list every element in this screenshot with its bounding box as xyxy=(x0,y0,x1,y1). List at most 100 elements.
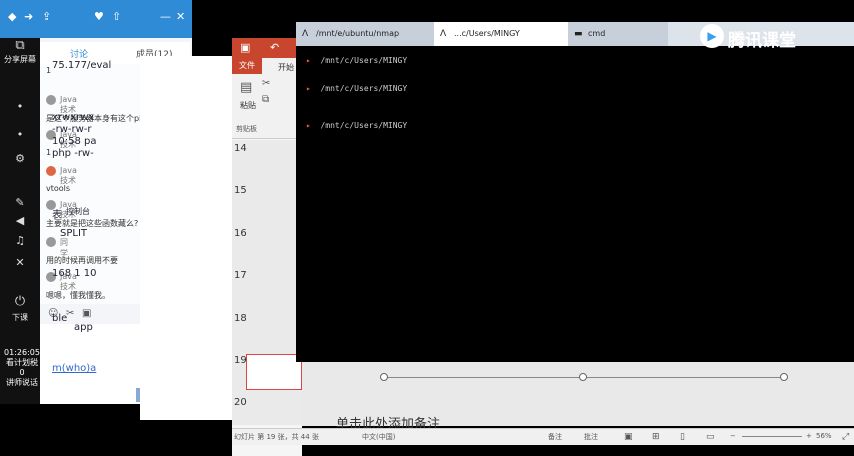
selected-slide-thumbnail[interactable] xyxy=(246,354,302,390)
cut-icon[interactable]: ✂ xyxy=(262,78,270,89)
fragment-text: 控制台 xyxy=(66,207,90,216)
tencent-classroom-logo-icon: ▶ xyxy=(700,24,724,48)
paste-label[interactable]: 粘贴 xyxy=(240,100,256,111)
undo-icon[interactable]: ↶ xyxy=(270,41,279,54)
fragment-text: php -rw- xyxy=(52,148,94,159)
slide-number[interactable]: 14 xyxy=(234,143,247,154)
background-window xyxy=(140,56,240,420)
class-timer: 01:26:05 xyxy=(4,348,40,357)
slide-number[interactable]: 16 xyxy=(234,228,247,239)
prompt-path: /mnt/c/Users/MINGY xyxy=(320,84,408,93)
share-screen-label[interactable]: 分享屏幕 xyxy=(2,54,38,65)
chat-message-text: 1 xyxy=(46,148,52,157)
slide-counter: 幻灯片 第 19 张，共 44 张 xyxy=(234,433,319,441)
terminal-line: ▸ /mnt/c/Users/MINGY xyxy=(306,84,407,93)
tab-cmd[interactable]: ▬ cmd xyxy=(568,22,668,46)
tab-mingy[interactable]: Λ ...c/Users/MINGY xyxy=(434,22,576,46)
zoom-in-icon[interactable]: + xyxy=(806,432,812,440)
linux-icon: Λ xyxy=(440,29,447,39)
copy-icon[interactable]: ⧉ xyxy=(262,94,269,105)
tab-discussion[interactable]: 讨论 xyxy=(70,47,88,60)
sorter-view-icon[interactable]: ⊞ xyxy=(652,432,660,442)
info-line: 看计划税 xyxy=(6,358,38,367)
language-status[interactable]: 中文(中国) xyxy=(362,432,395,442)
info-line: 讲师说话 xyxy=(6,378,38,387)
settings-icon[interactable]: ⚙ xyxy=(10,152,30,165)
fragment-text: -rw-rw-r xyxy=(52,124,92,135)
zoom-level[interactable]: 56% xyxy=(816,432,832,440)
prompt-path: /mnt/c/Users/MINGY xyxy=(320,121,408,130)
tools-icon[interactable]: ✕ xyxy=(10,256,30,269)
linux-icon: Λ xyxy=(302,29,309,39)
tab-nmap[interactable]: Λ /mnt/e/ubuntu/nmap xyxy=(296,22,438,46)
close-icon[interactable]: ✕ xyxy=(176,10,185,23)
share-screen-icon[interactable]: ⧉ xyxy=(10,38,30,53)
diamond-icon[interactable]: ◆ xyxy=(8,10,16,23)
share-icon[interactable]: ⇪ xyxy=(42,10,51,23)
avatar[interactable] xyxy=(46,166,56,176)
fragment-text: 75.177/eval xyxy=(52,60,112,71)
slide-number[interactable]: 19 xyxy=(234,355,247,366)
image-icon[interactable]: ▣ xyxy=(82,308,91,319)
slide-number[interactable]: 18 xyxy=(234,313,247,324)
fragment-text: SPLIT xyxy=(60,228,88,239)
music-icon[interactable]: ♫ xyxy=(10,234,30,247)
zoom-slider[interactable] xyxy=(742,436,802,437)
chat-message-text: 嗯嗯，懂我懂我。 xyxy=(46,291,110,300)
ppt-statusbar: 幻灯片 第 19 张，共 44 张 中文(中国) 备注 批注 ▣ ⊞ ▯ ▭ −… xyxy=(232,428,854,445)
end-class-label[interactable]: 下课 xyxy=(2,312,38,323)
slide-number[interactable]: 20 xyxy=(234,397,247,408)
cmd-icon: ▬ xyxy=(574,29,583,39)
tab-file[interactable]: 文件 xyxy=(232,58,262,74)
chat-titlebar: ◆ ➜ ⇪ ♥ ⇧ — ✕ xyxy=(0,0,192,38)
clipboard-label: 剪贴板 xyxy=(236,125,257,133)
chat-message-text: 1 xyxy=(46,66,52,75)
mic-icon[interactable]: ✎ xyxy=(10,196,30,209)
slide-number[interactable]: 17 xyxy=(234,270,247,281)
fragment-text: app xyxy=(74,322,93,333)
pin-icon[interactable]: ⇧ xyxy=(112,10,121,23)
save-icon[interactable]: ▣ xyxy=(240,41,250,54)
terminal-line: ▸ /mnt/c/Users/MINGY xyxy=(306,56,407,65)
sender-name[interactable]: Java技术 xyxy=(60,166,77,186)
terminal-body[interactable] xyxy=(296,46,854,362)
resize-handle[interactable] xyxy=(579,373,587,381)
ppt-ribbon: 文件 开始 ▤ ✂ ⧉ 粘贴 剪贴板 xyxy=(232,58,302,139)
minimize-icon[interactable]: — xyxy=(160,10,171,23)
volume-icon[interactable]: ◀ xyxy=(10,214,30,227)
avatar[interactable] xyxy=(46,237,56,247)
camera-icon[interactable]: • xyxy=(10,100,30,113)
watermark: 腾讯课堂 xyxy=(728,31,796,51)
prompt-dot: ▸ xyxy=(306,56,311,65)
resize-handle[interactable] xyxy=(380,373,388,381)
resize-handle[interactable] xyxy=(780,373,788,381)
comments-button[interactable]: 批注 xyxy=(584,432,598,442)
normal-view-icon[interactable]: ▣ xyxy=(624,432,633,442)
prompt-path: /mnt/c/Users/MINGY xyxy=(320,56,408,65)
slide-number[interactable]: 15 xyxy=(234,185,247,196)
fragment-text: ble xyxy=(52,313,68,324)
tab-home[interactable]: 开始 xyxy=(278,62,294,73)
forward-icon[interactable]: ➜ xyxy=(24,10,33,23)
tab-label: cmd xyxy=(588,29,606,38)
avatar[interactable] xyxy=(46,95,56,105)
fit-window-icon[interactable]: ⤢ xyxy=(842,432,849,442)
heart-icon[interactable]: ♥ xyxy=(94,10,104,23)
info-line: 0 xyxy=(19,368,25,377)
paste-icon[interactable]: ▤ xyxy=(240,80,252,95)
fragment-text: 10:58 pa xyxy=(52,136,97,147)
fragment-text: xrwxrwx xyxy=(52,112,95,123)
record-icon[interactable]: • xyxy=(10,128,30,141)
slideshow-icon[interactable]: ▭ xyxy=(706,432,715,442)
terminal-line: ▸ /mnt/c/Users/MINGY xyxy=(306,121,407,130)
zoom-out-icon[interactable]: − xyxy=(730,432,736,440)
notes-button[interactable]: 备注 xyxy=(548,432,562,442)
chat-message-text: vtools xyxy=(46,184,71,193)
ppt-titlebar: ▣ ↶ xyxy=(232,38,302,58)
reading-view-icon[interactable]: ▯ xyxy=(680,432,685,442)
left-taskbar: ⧉ 分享屏幕 • • ⚙ ✎ ◀ ♫ ✕ ⏻ 下课 xyxy=(0,0,40,404)
class-info: 01:26:05 看计划税 0 讲师说话 xyxy=(4,348,40,388)
prompt-dot: ▸ xyxy=(306,84,311,93)
tab-label: /mnt/e/ubuntu/nmap xyxy=(316,29,400,38)
end-class-icon[interactable]: ⏻ xyxy=(10,294,30,309)
